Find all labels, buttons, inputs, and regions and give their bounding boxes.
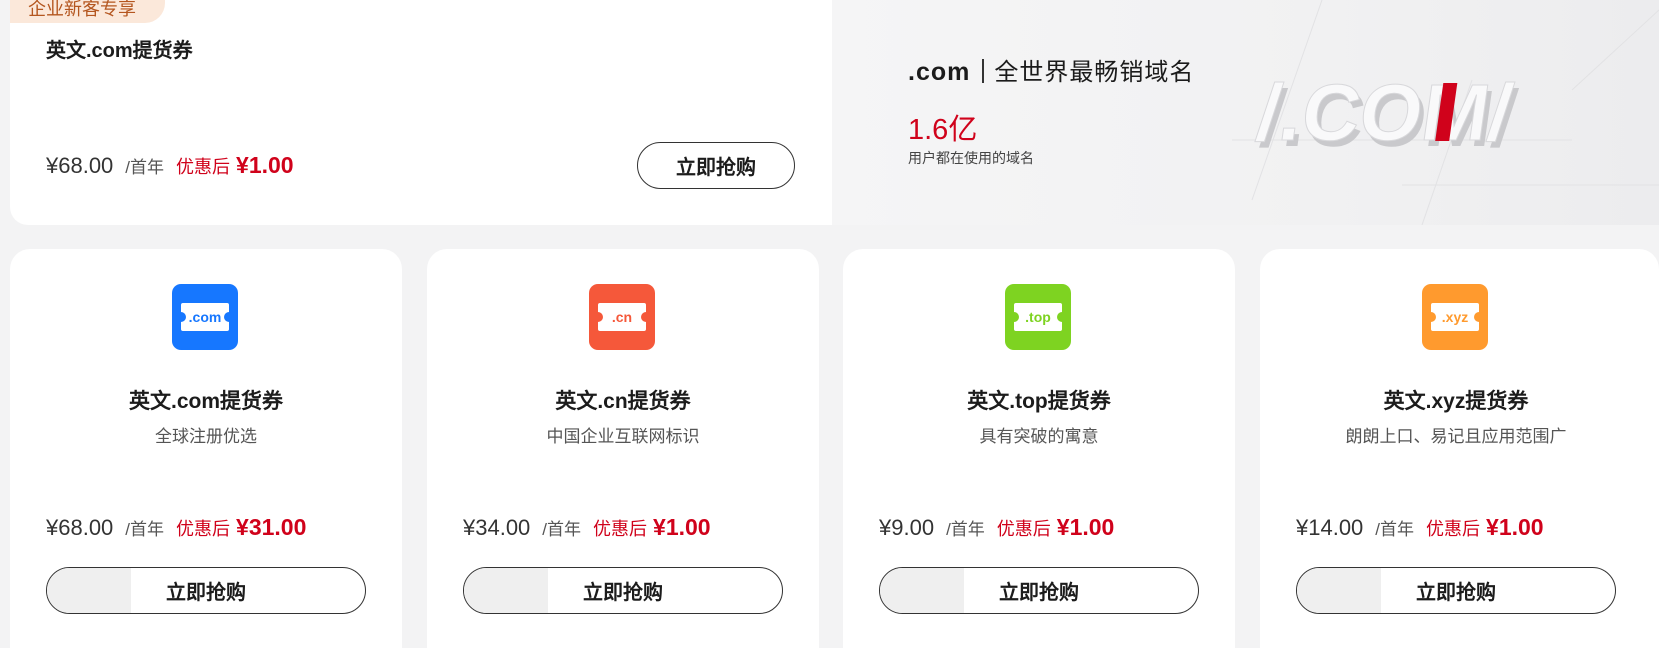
discount-label: 优惠后 [996,519,1051,539]
price-unit: /首年 [125,520,165,539]
button-fill [47,568,131,613]
original-price: ¥34.00 [463,515,531,540]
xyz-voucher-card: .xyz 英文.xyz提货券 朗朗上口、易记且应用范围广 ¥14.00 /首年 … [1260,249,1659,648]
discount-price: ¥1.00 [1056,514,1115,540]
buy-now-button[interactable]: 立即抢购 [463,567,783,614]
icon-text: .xyz [1426,303,1484,331]
card-desc: 具有突破的寓意 [979,427,1099,446]
discount-label: 优惠后 [1426,519,1481,539]
price-unit: /首年 [125,158,165,177]
icon-text: .top [1009,303,1067,331]
hero-desc: 用户都在使用的域名 [908,150,1034,166]
hero-title-sub: 全世界最畅销域名 [994,59,1195,86]
buy-now-button[interactable]: 立即抢购 [879,567,1199,614]
card-desc: 中国企业互联网标识 [546,427,700,446]
price-unit: /首年 [1375,520,1415,539]
discount-label: 优惠后 [593,519,648,539]
com-3d-art-image: /.COM/ /.COM/ [1232,0,1659,225]
top-voucher-card: .top 英文.top提货券 具有突破的寓意 ¥9.00 /首年 优惠后 ¥1.… [843,249,1235,648]
original-price: ¥9.00 [879,515,935,540]
button-label: 立即抢购 [583,582,663,604]
discount-price: ¥1.00 [236,152,294,178]
discount-price: ¥31.00 [236,514,307,540]
top-ticket-icon: .top [1005,284,1071,350]
com-ticket-icon: .com [172,284,238,350]
button-fill [1297,568,1381,613]
buy-now-button[interactable]: 立即抢购 [46,567,366,614]
com-hero-banner: .com 全世界最畅销域名 1.6亿 用户都在使用的域名 /.COM/ /.COM… [832,0,1659,225]
discount-price: ¥1.00 [1486,514,1544,540]
com-voucher-card: .com 英文.com提货券 全球注册优选 ¥68.00 /首年 优惠后 ¥31… [10,249,402,648]
new-customer-badge: 企业新客专享 [10,0,165,23]
card-title: 英文.xyz提货券 [1383,390,1529,413]
card-title: 英文.com提货券 [128,390,283,413]
button-fill [464,568,548,613]
cn-ticket-icon: .cn [589,284,655,350]
hero-stat: 1.6亿 [908,114,978,146]
card-desc: 朗朗上口、易记且应用范围广 [1345,427,1567,446]
hero-title-main: .com [908,58,971,86]
offer-title: 英文.com提货券 [46,40,193,62]
xyz-ticket-icon: .xyz [1422,284,1488,350]
price-line: ¥14.00 /首年 优惠后 ¥1.00 [1296,514,1544,541]
buy-now-button[interactable]: 立即抢购 [1296,567,1616,614]
price-line: ¥68.00 /首年 优惠后 ¥31.00 [46,514,306,541]
price-line: ¥9.00 /首年 优惠后 ¥1.00 [879,514,1114,541]
price-unit: /首年 [946,520,985,539]
title-divider [982,59,985,83]
card-title: 英文.top提货券 [967,390,1111,413]
discount-label: 优惠后 [176,157,231,177]
button-fill [880,568,964,613]
original-price: ¥14.00 [1296,515,1364,540]
icon-text: .com [176,303,234,331]
original-price: ¥68.00 [46,153,114,178]
price-line: ¥34.00 /首年 优惠后 ¥1.00 [463,514,711,541]
buy-now-button[interactable]: 立即抢购 [637,142,795,189]
price-unit: /首年 [542,520,582,539]
icon-text: .cn [593,303,651,331]
card-desc: 全球注册优选 [155,427,257,446]
button-label: 立即抢购 [166,582,246,604]
price-line: ¥68.00 /首年 优惠后 ¥1.00 [46,152,294,179]
page: 企业新客专享 英文.com提货券 ¥68.00 /首年 优惠后 ¥1.00 立即… [0,0,1659,648]
button-label: 立即抢购 [999,582,1079,604]
hero-title: .com 全世界最畅销域名 [908,52,1194,87]
original-price: ¥68.00 [46,515,114,540]
discount-label: 优惠后 [176,519,231,539]
art-text: /.COM/ [1252,68,1518,158]
card-title: 英文.cn提货券 [555,390,691,413]
cn-voucher-card: .cn 英文.cn提货券 中国企业互联网标识 ¥34.00 /首年 优惠后 ¥1… [427,249,819,648]
featured-offer-card: 企业新客专享 英文.com提货券 ¥68.00 /首年 优惠后 ¥1.00 立即… [10,0,832,225]
button-label: 立即抢购 [1416,582,1496,604]
discount-price: ¥1.00 [653,514,711,540]
